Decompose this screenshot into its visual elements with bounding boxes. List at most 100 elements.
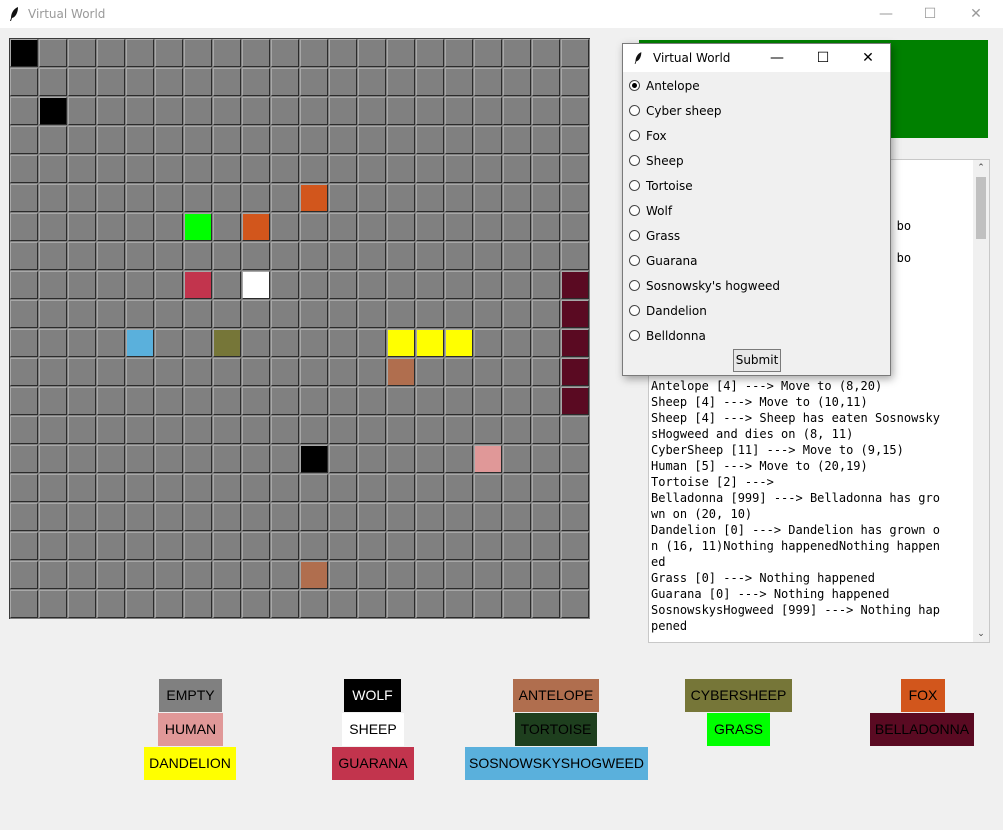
grid-cell-empty[interactable] xyxy=(474,184,502,212)
grid-cell-empty[interactable] xyxy=(213,445,241,473)
grid-cell-empty[interactable] xyxy=(242,416,270,444)
grid-cell-empty[interactable] xyxy=(10,242,38,270)
grid-cell-empty[interactable] xyxy=(155,300,183,328)
grid-cell-empty[interactable] xyxy=(97,68,125,96)
grid-cell-empty[interactable] xyxy=(300,155,328,183)
grid-cell-wolf[interactable] xyxy=(10,39,38,67)
grid-cell-empty[interactable] xyxy=(126,358,154,386)
grid-cell-empty[interactable] xyxy=(445,155,473,183)
grid-cell-empty[interactable] xyxy=(242,561,270,589)
grid-cell-guarana[interactable] xyxy=(184,271,212,299)
grid-cell-empty[interactable] xyxy=(416,532,444,560)
grid-cell-belladonna[interactable] xyxy=(561,387,589,415)
grid-cell-empty[interactable] xyxy=(532,445,560,473)
grid-cell-empty[interactable] xyxy=(387,561,415,589)
grid-cell-empty[interactable] xyxy=(329,242,357,270)
grid-cell-empty[interactable] xyxy=(358,126,386,154)
grid-cell-empty[interactable] xyxy=(213,213,241,241)
grid-cell-empty[interactable] xyxy=(271,68,299,96)
grid-cell-empty[interactable] xyxy=(271,561,299,589)
grid-cell-empty[interactable] xyxy=(155,184,183,212)
grid-cell-empty[interactable] xyxy=(242,184,270,212)
grid-cell-empty[interactable] xyxy=(68,126,96,154)
grid-cell-empty[interactable] xyxy=(155,387,183,415)
grid-cell-empty[interactable] xyxy=(184,184,212,212)
grid-cell-empty[interactable] xyxy=(445,39,473,67)
grid-cell-empty[interactable] xyxy=(445,213,473,241)
grid-cell-empty[interactable] xyxy=(242,474,270,502)
grid-cell-empty[interactable] xyxy=(416,561,444,589)
grid-cell-empty[interactable] xyxy=(39,387,67,415)
grid-cell-empty[interactable] xyxy=(68,39,96,67)
grid-cell-empty[interactable] xyxy=(358,213,386,241)
grid-cell-empty[interactable] xyxy=(474,416,502,444)
grid-cell-empty[interactable] xyxy=(300,126,328,154)
grid-cell-empty[interactable] xyxy=(155,561,183,589)
grid-cell-dandelion[interactable] xyxy=(445,329,473,357)
grid-cell-empty[interactable] xyxy=(358,242,386,270)
grid-cell-empty[interactable] xyxy=(416,39,444,67)
grid-cell-empty[interactable] xyxy=(271,39,299,67)
grid-cell-empty[interactable] xyxy=(445,532,473,560)
grid-cell-empty[interactable] xyxy=(532,532,560,560)
grid-cell-empty[interactable] xyxy=(445,68,473,96)
grid-cell-empty[interactable] xyxy=(561,213,589,241)
grid-cell-empty[interactable] xyxy=(532,213,560,241)
grid-cell-empty[interactable] xyxy=(416,271,444,299)
grid-cell-empty[interactable] xyxy=(300,68,328,96)
grid-cell-empty[interactable] xyxy=(561,416,589,444)
grid-cell-empty[interactable] xyxy=(445,416,473,444)
grid-cell-empty[interactable] xyxy=(271,242,299,270)
grid-cell-empty[interactable] xyxy=(39,358,67,386)
grid-cell-empty[interactable] xyxy=(126,503,154,531)
grid-cell-empty[interactable] xyxy=(126,39,154,67)
grid-cell-empty[interactable] xyxy=(68,590,96,618)
grid-cell-empty[interactable] xyxy=(10,445,38,473)
grid-cell-empty[interactable] xyxy=(184,126,212,154)
grid-cell-empty[interactable] xyxy=(126,242,154,270)
grid-cell-empty[interactable] xyxy=(39,184,67,212)
grid-cell-belladonna[interactable] xyxy=(561,271,589,299)
grid-cell-sheep[interactable] xyxy=(242,271,270,299)
log-scrollbar[interactable]: ⌃ ⌄ xyxy=(973,160,989,642)
grid-cell-empty[interactable] xyxy=(126,126,154,154)
grid-cell-empty[interactable] xyxy=(155,97,183,125)
radio-button-icon[interactable] xyxy=(629,255,640,266)
grid-cell-empty[interactable] xyxy=(532,97,560,125)
grid-cell-empty[interactable] xyxy=(126,213,154,241)
grid-cell-empty[interactable] xyxy=(271,387,299,415)
grid-cell-empty[interactable] xyxy=(184,445,212,473)
grid-cell-empty[interactable] xyxy=(416,474,444,502)
grid-cell-empty[interactable] xyxy=(300,300,328,328)
grid-cell-empty[interactable] xyxy=(300,97,328,125)
grid-cell-empty[interactable] xyxy=(10,300,38,328)
grid-cell-grass[interactable] xyxy=(184,213,212,241)
minimize-button[interactable]: — xyxy=(863,0,909,28)
grid-cell-empty[interactable] xyxy=(242,126,270,154)
grid-cell-empty[interactable] xyxy=(416,242,444,270)
grid-cell-empty[interactable] xyxy=(300,503,328,531)
grid-cell-empty[interactable] xyxy=(329,387,357,415)
grid-cell-empty[interactable] xyxy=(387,474,415,502)
grid-cell-empty[interactable] xyxy=(532,590,560,618)
grid-cell-empty[interactable] xyxy=(329,126,357,154)
grid-cell-empty[interactable] xyxy=(474,532,502,560)
grid-cell-empty[interactable] xyxy=(358,532,386,560)
grid-cell-empty[interactable] xyxy=(155,474,183,502)
grid-cell-empty[interactable] xyxy=(300,590,328,618)
grid-cell-empty[interactable] xyxy=(445,184,473,212)
grid-cell-empty[interactable] xyxy=(39,445,67,473)
grid-cell-empty[interactable] xyxy=(213,271,241,299)
grid-cell-empty[interactable] xyxy=(416,358,444,386)
grid-cell-empty[interactable] xyxy=(97,358,125,386)
grid-cell-empty[interactable] xyxy=(416,184,444,212)
grid-cell-empty[interactable] xyxy=(474,155,502,183)
grid-cell-empty[interactable] xyxy=(387,213,415,241)
grid-cell-empty[interactable] xyxy=(10,68,38,96)
radio-button-icon[interactable] xyxy=(629,180,640,191)
grid-cell-empty[interactable] xyxy=(68,561,96,589)
grid-cell-empty[interactable] xyxy=(561,474,589,502)
grid-cell-belladonna[interactable] xyxy=(561,358,589,386)
grid-cell-empty[interactable] xyxy=(184,300,212,328)
grid-cell-empty[interactable] xyxy=(503,474,531,502)
